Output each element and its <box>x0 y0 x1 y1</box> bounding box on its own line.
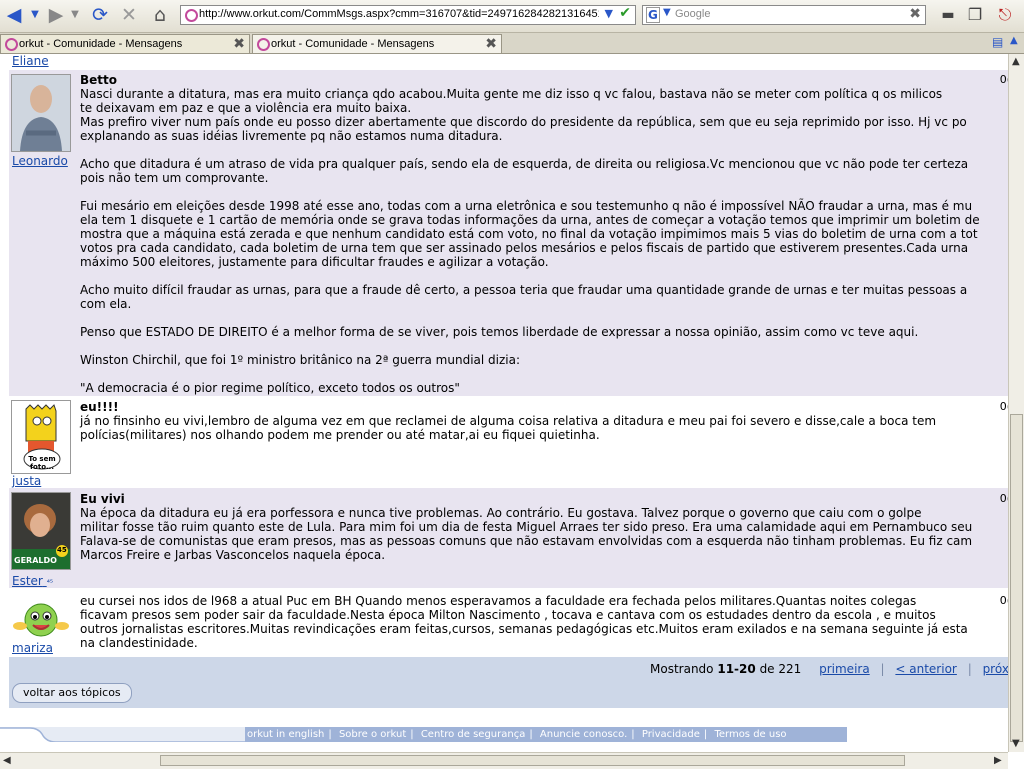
footer-link-privacy[interactable]: Privacidade <box>642 729 700 740</box>
post-title: Betto <box>80 73 118 87</box>
footer-separator: | <box>703 729 708 740</box>
scroll-down-icon[interactable]: ▼ <box>1012 738 1020 749</box>
pager-separator: | <box>967 662 972 676</box>
orkut-favicon-icon <box>185 9 198 22</box>
avatar-caption: GERALDO <box>14 556 57 565</box>
restore-icon[interactable]: ❐ <box>964 4 986 26</box>
message-post: Leonardo Betto 0( Nasci durante a ditatu… <box>9 70 1008 396</box>
author-suffix: ⁴⁵ <box>46 578 54 587</box>
post-date: 0( <box>999 400 1008 413</box>
search-box[interactable]: G ▼ Google ✖ <box>642 5 926 25</box>
tab-list-icon[interactable]: ▤ <box>992 35 1003 49</box>
url-dropdown-icon[interactable]: ▼ <box>605 7 613 20</box>
scroll-left-icon[interactable]: ◀ <box>3 755 11 766</box>
avatar[interactable] <box>11 74 71 152</box>
back-arrow-icon[interactable]: ◀ <box>4 4 24 26</box>
author-link[interactable]: Ester ⁴⁵ <box>12 574 53 588</box>
tab-label: orkut - Comunidade - Mensagens <box>271 38 435 50</box>
exit-icon[interactable]: ⎋ <box>994 4 1016 26</box>
minimize-icon[interactable]: ▬ <box>938 4 958 26</box>
message-post: GERALDO 45 Ester ⁴⁵ Eu vivi 0( Na época … <box>9 488 1008 588</box>
avatar[interactable] <box>11 592 69 644</box>
back-to-topics-button[interactable]: voltar aos tópicos <box>12 683 132 703</box>
pager-range: 11-20 <box>717 662 756 676</box>
scroll-up-icon[interactable]: ▲ <box>1012 56 1020 67</box>
address-bar[interactable]: http://www.orkut.com/CommMsgs.aspx?cmm=3… <box>180 5 636 25</box>
messages-frame: Eliane Leonardo Betto 0( Nasci durante a… <box>9 54 1008 708</box>
vertical-scroll-thumb[interactable] <box>1010 414 1023 742</box>
back-history-icon[interactable]: ▼ <box>28 4 42 26</box>
footer-link-terms[interactable]: Termos de uso <box>714 729 786 740</box>
avatar-caption: To sem foto... <box>28 455 56 471</box>
message-post: To sem foto... justa eu!!!! 0( já no fin… <box>9 396 1008 488</box>
pager-separator: | <box>880 662 885 676</box>
tab-scroll-icon[interactable]: ▲ <box>1010 35 1018 46</box>
author-link[interactable]: Leonardo <box>12 154 68 168</box>
footer-links: orkut in english | Sobre o orkut | Centro … <box>245 727 847 742</box>
next-page-link[interactable]: próx <box>983 662 1008 676</box>
page-content: Eliane Leonardo Betto 0( Nasci durante a… <box>0 54 1008 752</box>
pager-prefix: Mostrando <box>650 662 714 676</box>
post-title: eu!!!! <box>80 400 119 414</box>
pagination: Mostrando 11-20 de 221 primeira | < ante… <box>650 662 1008 676</box>
author-link[interactable]: justa <box>12 474 41 488</box>
footer-link-advertise[interactable]: Anuncie conosco. <box>540 729 627 740</box>
post-date: 0( <box>999 73 1008 86</box>
close-icon[interactable]: ✖ <box>233 35 245 52</box>
footer-separator: | <box>328 729 332 740</box>
post-body: Nasci durante a ditatura, mas era muito … <box>80 87 980 395</box>
footer-separator: | <box>410 729 414 740</box>
message-post: mariza 0( eu cursei nos idos de l968 a a… <box>9 588 1008 658</box>
engine-dropdown-icon[interactable]: ▼ <box>663 7 671 18</box>
orkut-favicon-icon <box>257 38 270 51</box>
footer: orkut in english | Sobre o orkut | Centro … <box>0 720 847 742</box>
author-name: Ester <box>12 574 43 588</box>
smiley-icon <box>13 603 69 637</box>
orkut-favicon-icon <box>5 38 18 51</box>
pagination-bar: Mostrando 11-20 de 221 primeira | < ante… <box>9 657 1008 683</box>
vertical-scrollbar[interactable]: ▲ ▼ <box>1008 54 1024 752</box>
first-page-link[interactable]: primeira <box>819 662 870 676</box>
browser-toolbar: ◀ ▼ ▶ ▼ ⟳ ✕ ⌂ http://www.orkut.com/CommM… <box>0 0 1024 33</box>
reload-icon[interactable]: ⟳ <box>88 4 112 26</box>
horizontal-scrollbar[interactable]: ◀ ▶ <box>0 752 1008 769</box>
tab-2[interactable]: orkut - Comunidade - Mensagens ✖ <box>252 34 502 53</box>
back-bar: voltar aos tópicos <box>9 683 1008 708</box>
person-photo-icon <box>12 75 70 151</box>
avatar[interactable]: To sem foto... <box>11 400 71 474</box>
horizontal-scroll-thumb[interactable] <box>160 755 905 766</box>
footer-link-about[interactable]: Sobre o orkut <box>339 729 406 740</box>
footer-separator: | <box>529 729 533 740</box>
stop-icon[interactable]: ✕ <box>118 4 140 26</box>
avatar[interactable]: GERALDO 45 <box>11 492 71 570</box>
footer-curve-icon <box>0 727 245 742</box>
avatar-badge: 45 <box>57 546 67 554</box>
previous-page-link[interactable]: < anterior <box>895 662 956 676</box>
post-body: Na época da ditadura eu já era porfessor… <box>80 506 973 562</box>
search-clear-icon[interactable]: ✖ <box>909 6 921 22</box>
google-engine-icon[interactable]: G <box>646 7 660 23</box>
url-text: http://www.orkut.com/CommMsgs.aspx?cmm=3… <box>199 8 599 20</box>
post-body: já no finsinho eu vivi,lembro de alguma … <box>80 414 937 442</box>
post-body: eu cursei nos idos de l968 a atual Puc e… <box>80 594 968 650</box>
forward-history-icon[interactable]: ▼ <box>68 4 82 26</box>
search-placeholder: Google <box>675 8 711 20</box>
home-icon[interactable]: ⌂ <box>148 4 172 26</box>
footer-link-english[interactable]: orkut in english <box>247 729 324 740</box>
pager-total: de 221 <box>759 662 802 676</box>
scroll-right-icon[interactable]: ▶ <box>994 755 1002 766</box>
tab-bar: orkut - Comunidade - Mensagens ✖ orkut -… <box>0 33 1024 54</box>
post-title: Eu vivi <box>80 492 125 506</box>
top-user-link[interactable]: Eliane <box>12 54 49 68</box>
forward-arrow-icon[interactable]: ▶ <box>46 4 66 26</box>
post-date: 0( <box>999 492 1008 505</box>
tab-1[interactable]: orkut - Comunidade - Mensagens ✖ <box>0 34 250 53</box>
close-icon[interactable]: ✖ <box>485 35 497 52</box>
tab-label: orkut - Comunidade - Mensagens <box>19 38 183 50</box>
go-check-icon[interactable]: ✔ <box>619 5 631 21</box>
author-link[interactable]: mariza <box>12 641 53 655</box>
footer-separator: | <box>631 729 635 740</box>
footer-link-safety[interactable]: Centro de segurança <box>421 729 526 740</box>
